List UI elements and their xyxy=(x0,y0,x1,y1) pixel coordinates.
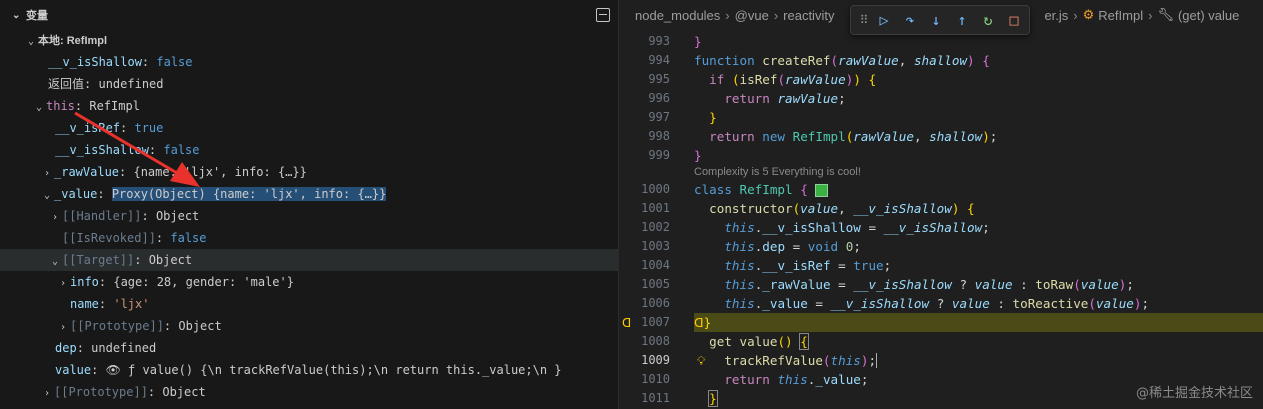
line-number: 1003 xyxy=(641,239,670,253)
code-line: } xyxy=(708,390,718,407)
line-number: 1011 xyxy=(641,391,670,405)
code-line: get value() { xyxy=(709,333,809,350)
line-number: 1001 xyxy=(641,201,670,215)
line-number: 1002 xyxy=(641,220,670,234)
code-line: class RefImpl { xyxy=(694,180,829,199)
code-line: return rawValue; xyxy=(724,91,846,106)
watermark: @稀土掘金技术社区 xyxy=(1135,386,1253,401)
paused-frame-icon[interactable]: ᗡ xyxy=(622,316,631,330)
code-line: constructor(value, __v_isShallow) { xyxy=(709,201,975,216)
step-out-icon[interactable]: ↑ xyxy=(949,9,975,31)
annotation-arrow xyxy=(74,111,200,187)
line-number: 1000 xyxy=(641,182,670,196)
chevron-right-icon: › xyxy=(773,7,779,23)
line-number: 994 xyxy=(648,53,670,67)
breadcrumb-item[interactable]: (get) value xyxy=(1178,8,1239,23)
code-line: this.__v_isShallow = __v_isShallow; xyxy=(724,220,990,235)
line-number: 1005 xyxy=(641,277,670,291)
line-number: 1008 xyxy=(641,334,670,348)
complexity-badge-icon xyxy=(815,184,829,197)
stop-icon[interactable]: □ xyxy=(1001,9,1027,31)
breadcrumb-item[interactable]: node_modules xyxy=(635,8,720,23)
code-line: this.__v_isRef = true; xyxy=(724,258,892,273)
code-line: this._value = __v_isShallow ? value : to… xyxy=(724,296,1150,311)
step-into-icon[interactable]: ↓ xyxy=(923,9,949,31)
breadcrumb-item[interactable]: RefImpl xyxy=(1098,8,1143,23)
code-line: return this._value; xyxy=(724,372,869,387)
line-number: 996 xyxy=(648,91,670,105)
line-number: 1009 xyxy=(641,353,670,367)
line-number: 997 xyxy=(648,110,670,124)
line-number: 993 xyxy=(648,34,670,48)
code-line: function createRef(rawValue, shallow) { xyxy=(694,53,990,68)
step-over-icon[interactable]: ↷ xyxy=(897,9,923,31)
class-icon: ⚙ xyxy=(1082,7,1095,22)
current-line-highlight xyxy=(694,313,1263,332)
code-line: if (isRef(rawValue)) { xyxy=(709,72,877,87)
chevron-right-icon: › xyxy=(1073,7,1078,23)
line-number: 1010 xyxy=(641,372,670,386)
code-line: return new RefImpl(rawValue, shallow); xyxy=(709,129,998,144)
code-line: this.dep = void 0; xyxy=(724,239,861,254)
continue-icon[interactable]: ▷ xyxy=(871,9,897,31)
line-number: 999 xyxy=(648,148,670,162)
line-number: 998 xyxy=(648,129,670,143)
line-number: 1006 xyxy=(641,296,670,310)
breadcrumb-item[interactable]: er.js xyxy=(1044,8,1068,23)
variables-panel: ⌄ 变量 ⌄ 本地: RefImpl __v_isShallow: false 返… xyxy=(0,0,619,409)
chevron-right-icon: › xyxy=(1148,7,1153,23)
chevron-right-icon: › xyxy=(725,7,730,23)
breadcrumb-item[interactable]: @vue xyxy=(735,8,769,23)
breadcrumb-item[interactable]: reactivity xyxy=(783,8,834,23)
restart-icon[interactable]: ↻ xyxy=(975,9,1001,31)
code-line: } xyxy=(694,34,702,49)
line-number: 1004 xyxy=(641,258,670,272)
line-number: 995 xyxy=(648,72,670,86)
code-line: this._rawValue = __v_isShallow ? value :… xyxy=(724,277,1134,292)
code-line: trackRefValue(this); xyxy=(724,353,878,368)
debug-toolbar: ⠿ ▷ ↷ ↓ ↑ ↻ □ xyxy=(850,5,1030,35)
wrench-icon: 🔧︎ xyxy=(1157,7,1174,22)
drag-handle-icon[interactable]: ⠿ xyxy=(857,9,871,31)
code-line: ᗡ} xyxy=(694,315,712,330)
code-line: } xyxy=(709,110,717,125)
